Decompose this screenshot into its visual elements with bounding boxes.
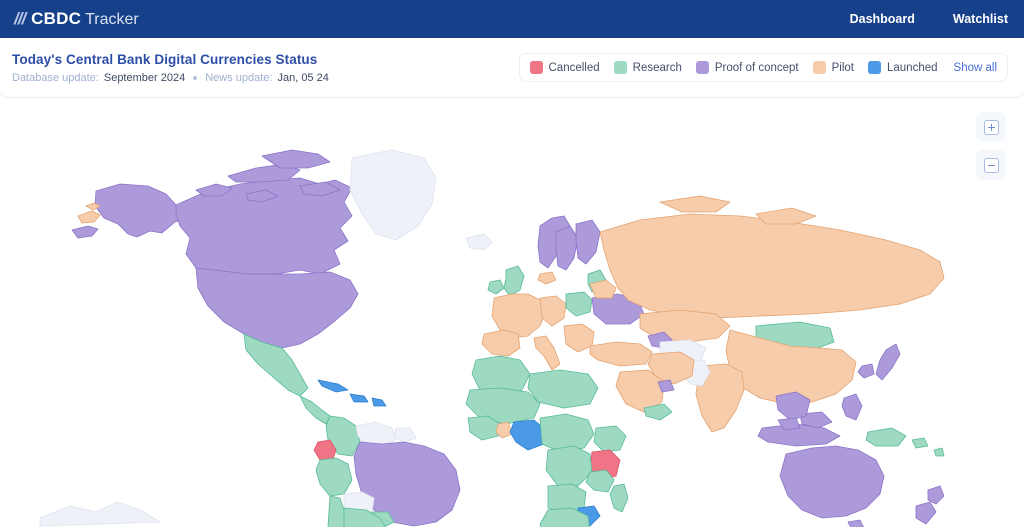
logo-slashes-icon: /// — [14, 9, 26, 28]
map-region-italy[interactable] — [533, 335, 561, 371]
status-legend: Cancelled Research Proof of concept Pilo… — [518, 53, 1008, 82]
nav-item-watchlist[interactable]: Watchlist — [953, 12, 1008, 26]
map-region-caribbean-isles[interactable] — [371, 397, 387, 407]
map-region-central-america[interactable] — [299, 395, 331, 425]
legend-item-pilot[interactable]: Pilot — [812, 61, 854, 74]
map-region-united-kingdom[interactable] — [503, 265, 525, 297]
map-region-greece-turkey[interactable] — [589, 341, 653, 367]
map-region-russia-north-2[interactable] — [755, 207, 817, 225]
map-region-poland[interactable] — [565, 291, 593, 317]
page-header: Today's Central Bank Digital Currencies … — [0, 38, 1024, 98]
map-region-spain-portugal[interactable] — [481, 329, 521, 357]
map-region-germany-austria[interactable] — [539, 295, 567, 327]
map-region-sweden[interactable] — [555, 225, 579, 271]
page-title: Today's Central Bank Digital Currencies … — [12, 51, 318, 67]
news-update-label: News update: — [205, 71, 273, 84]
legend-swatch-research — [613, 61, 627, 74]
minus-icon — [983, 157, 999, 173]
meta-separator-dot-icon — [193, 75, 198, 80]
map-region-greenland[interactable] — [349, 149, 437, 241]
news-update-value: Jan, 05 24 — [277, 71, 329, 84]
map-region-ethiopia[interactable] — [593, 425, 627, 453]
map-region-fiji[interactable] — [933, 447, 945, 457]
map-region-hispaniola[interactable] — [349, 393, 369, 403]
nav-item-dashboard[interactable]: Dashboard — [850, 12, 915, 26]
map-region-new-zealand-n[interactable] — [927, 485, 945, 505]
legend-swatch-proof-of-concept — [695, 61, 709, 74]
map-region-solomon-islands[interactable] — [911, 437, 929, 449]
map-region-papua-new-guinea[interactable] — [865, 427, 907, 447]
legend-label-launched: Launched — [887, 61, 938, 74]
map-region-united-states[interactable] — [195, 267, 359, 349]
world-map-container[interactable] — [0, 98, 1024, 527]
map-region-philippines[interactable] — [841, 393, 863, 421]
legend-label-proof-of-concept: Proof of concept — [714, 61, 799, 74]
map-region-madagascar[interactable] — [609, 483, 629, 513]
map-region-russia[interactable] — [599, 213, 945, 319]
map-region-new-zealand-s[interactable] — [915, 501, 937, 525]
logo-secondary-text: Tracker — [85, 11, 139, 28]
map-region-ireland[interactable] — [487, 279, 505, 295]
app-logo[interactable]: /// CBDC Tracker — [14, 9, 139, 29]
map-region-iceland[interactable] — [465, 233, 493, 251]
legend-item-launched[interactable]: Launched — [868, 61, 938, 74]
main-nav: Dashboard Watchlist — [850, 12, 1008, 26]
map-region-denmark[interactable] — [537, 271, 557, 285]
legend-label-pilot: Pilot — [831, 61, 854, 74]
legend-item-proof-of-concept[interactable]: Proof of concept — [695, 61, 799, 74]
legend-item-research[interactable]: Research — [613, 61, 682, 74]
map-region-tasmania[interactable] — [847, 519, 864, 527]
update-meta-row: Database update: September 2024 News upd… — [12, 72, 329, 84]
map-region-alaska-islands[interactable] — [71, 225, 99, 239]
zoom-out-button[interactable] — [976, 150, 1006, 180]
legend-swatch-cancelled — [529, 61, 543, 74]
top-navigation-bar: /// CBDC Tracker Dashboard Watchlist — [0, 0, 1024, 38]
header-text-block: Today's Central Bank Digital Currencies … — [12, 52, 329, 84]
map-region-finland[interactable] — [575, 219, 601, 265]
map-region-antarctica-hint[interactable] — [39, 501, 161, 527]
map-region-peru[interactable] — [315, 457, 353, 497]
map-region-south-korea[interactable] — [857, 363, 875, 379]
map-region-cuba[interactable] — [317, 379, 349, 393]
map-region-japan[interactable] — [875, 343, 901, 381]
legend-label-cancelled: Cancelled — [548, 61, 600, 74]
legend-swatch-pilot — [812, 61, 826, 74]
plus-icon — [983, 119, 999, 135]
map-region-australia[interactable] — [779, 445, 885, 519]
show-all-link[interactable]: Show all — [954, 62, 997, 74]
database-update-value: September 2024 — [103, 71, 186, 84]
map-region-belarus[interactable] — [589, 279, 617, 299]
legend-item-cancelled[interactable]: Cancelled — [529, 61, 600, 74]
legend-swatch-launched — [868, 61, 881, 74]
map-region-congo[interactable] — [545, 445, 593, 487]
world-map[interactable] — [0, 98, 1024, 527]
map-region-central-africa[interactable] — [539, 413, 595, 453]
map-region-russia-north-1[interactable] — [659, 195, 731, 213]
legend-label-research: Research — [632, 61, 682, 74]
map-region-guyana[interactable] — [393, 427, 417, 443]
map-region-balkans[interactable] — [563, 323, 595, 353]
zoom-in-button[interactable] — [976, 112, 1006, 142]
map-zoom-controls — [976, 112, 1006, 180]
logo-primary-text: CBDC — [31, 9, 82, 28]
database-update-label: Database update: — [12, 71, 99, 84]
map-region-russia-far-east-tip[interactable] — [77, 210, 101, 224]
